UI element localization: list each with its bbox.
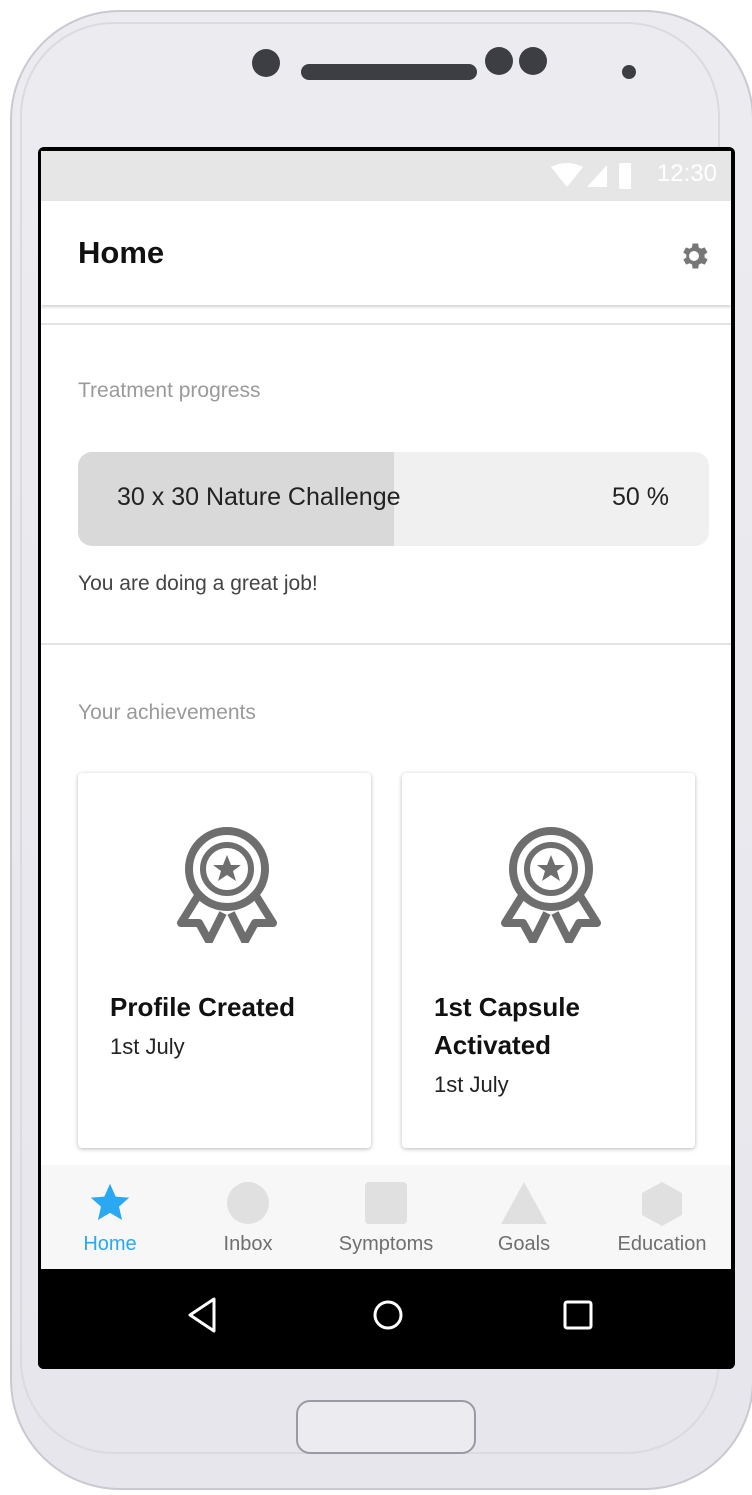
system-navigation-bar <box>38 1269 735 1369</box>
achievement-card-profile-created[interactable]: Profile Created 1st July <box>78 773 371 1148</box>
screen: 12:30 Home Treatment progress 30 x 30 Na… <box>38 147 735 1369</box>
recents-square-icon[interactable] <box>558 1295 598 1335</box>
treatment-progress-bar[interactable]: 30 x 30 Nature Challenge 50 % <box>78 452 709 546</box>
nav-label-symptoms: Symptoms <box>338 1233 434 1255</box>
gear-icon[interactable] <box>677 239 711 273</box>
sensor-dot-3 <box>622 65 636 79</box>
achievement-title: Profile Created 1st July <box>110 988 350 1066</box>
status-time: 12:30 <box>656 160 717 187</box>
page-title: Home <box>78 235 165 270</box>
signal-battery-icons <box>551 163 631 189</box>
sensor-dot-2 <box>519 47 547 75</box>
status-bar: 12:30 <box>41 151 731 201</box>
triangle-icon <box>501 1182 547 1224</box>
nav-item-symptoms[interactable]: Symptoms <box>317 1165 455 1269</box>
home-circle-icon[interactable] <box>368 1295 408 1335</box>
nav-item-inbox[interactable]: Inbox <box>179 1165 317 1269</box>
back-triangle-icon[interactable] <box>182 1295 222 1335</box>
achievement-title: 1st Capsule Activated 1st July <box>434 988 634 1104</box>
award-medal-icon <box>177 827 277 943</box>
square-icon <box>365 1182 407 1224</box>
achievement-date: 1st July <box>110 1034 185 1059</box>
award-medal-icon <box>501 827 601 943</box>
achievement-date: 1st July <box>434 1072 509 1097</box>
progress-message: You are doing a great job! <box>78 572 318 595</box>
divider <box>41 643 731 645</box>
nav-item-goals[interactable]: Goals <box>455 1165 593 1269</box>
progress-item-name: 30 x 30 Nature Challenge <box>117 483 401 511</box>
circle-icon <box>227 1182 269 1224</box>
achievement-title-text: Profile Created <box>110 992 295 1022</box>
nav-item-education[interactable]: Education <box>593 1165 731 1269</box>
divider <box>41 323 731 325</box>
progress-percent: 50 % <box>612 483 669 511</box>
treatment-progress-label: Treatment progress <box>78 379 261 402</box>
nav-label-education: Education <box>617 1233 707 1255</box>
nav-item-home[interactable]: Home <box>41 1165 179 1269</box>
hardware-home-button[interactable] <box>296 1400 476 1454</box>
app-bar: Home <box>41 201 731 305</box>
home-content[interactable]: Treatment progress 30 x 30 Nature Challe… <box>41 305 731 1165</box>
earpiece-speaker <box>301 64 477 80</box>
achievement-card-first-capsule[interactable]: 1st Capsule Activated 1st July <box>402 773 695 1148</box>
hexagon-icon <box>642 1182 682 1226</box>
front-camera <box>252 49 280 77</box>
bottom-navigation: Home Inbox Symptoms Goals Education <box>41 1165 731 1269</box>
nav-label-goals: Goals <box>497 1233 551 1255</box>
nav-label-home: Home <box>83 1233 137 1255</box>
star-icon <box>90 1183 130 1221</box>
nav-label-inbox: Inbox <box>223 1233 273 1255</box>
achievements-label: Your achievements <box>78 701 256 724</box>
sensor-dot-1 <box>485 47 513 75</box>
achievement-title-text: 1st Capsule Activated <box>434 992 580 1060</box>
